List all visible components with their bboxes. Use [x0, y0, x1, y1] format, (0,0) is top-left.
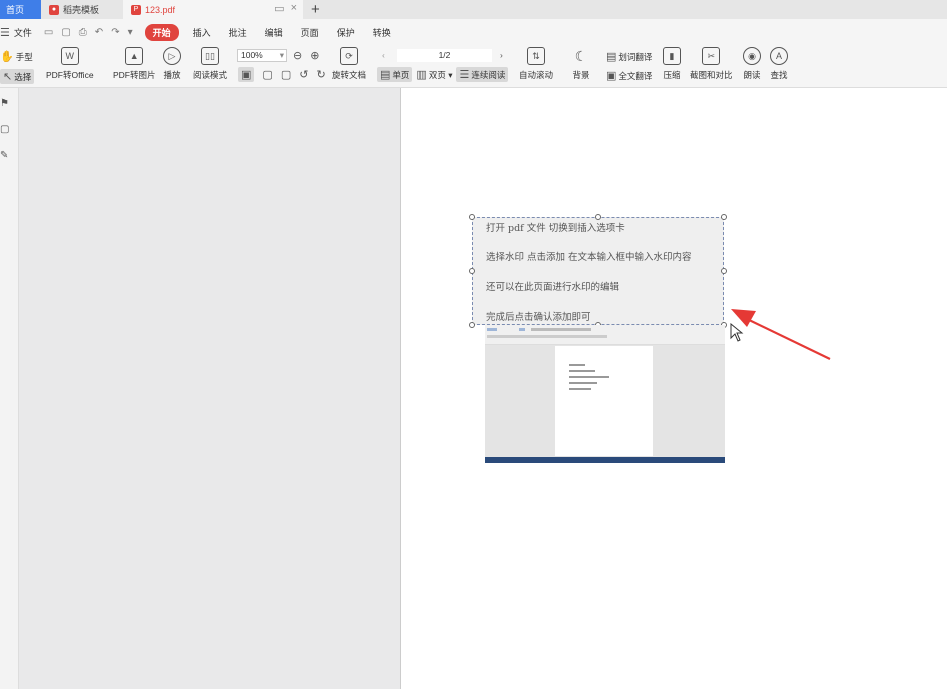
mouse-cursor-icon	[730, 323, 744, 342]
red-arrow-annotation	[731, 309, 831, 360]
